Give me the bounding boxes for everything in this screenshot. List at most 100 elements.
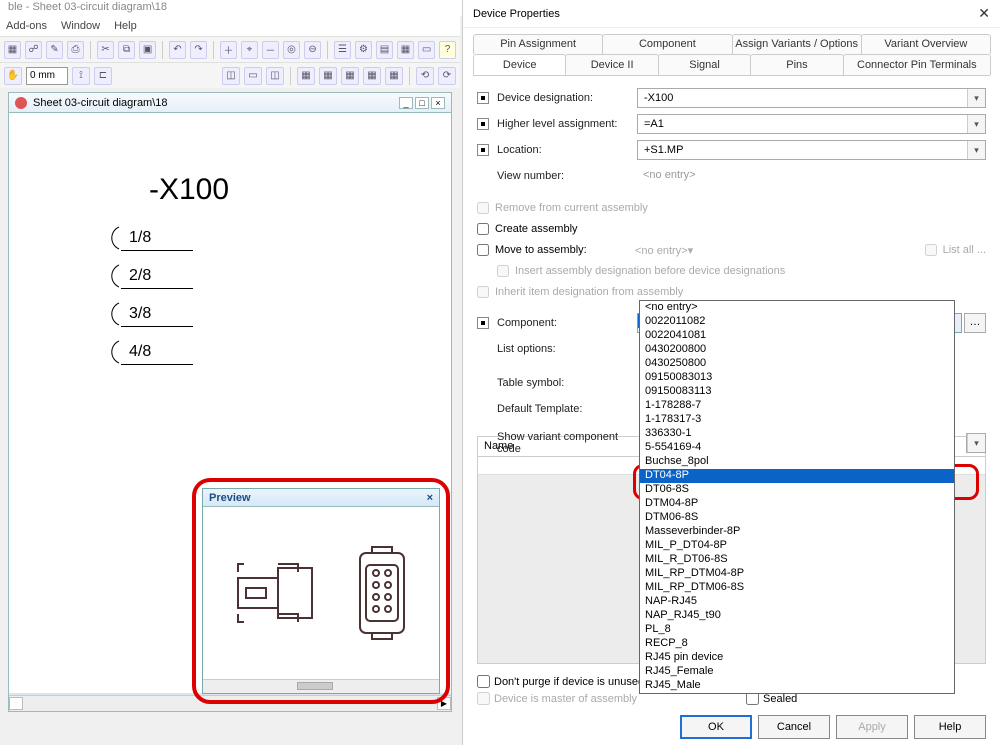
tool-grid-icon[interactable]: ▦ (397, 41, 414, 59)
pin-symbol-1[interactable]: 1/8 (99, 225, 151, 251)
tool-misc1-icon[interactable]: ☰ (334, 41, 351, 59)
dropdown-option[interactable]: MIL_RP_DTM04-8P (640, 567, 954, 581)
dropdown-option[interactable]: Masseverbinder-8P (640, 525, 954, 539)
tool-copy-icon[interactable]: ⧉ (118, 41, 135, 59)
tool-save-icon[interactable]: ✎ (46, 41, 63, 59)
dropdown-option[interactable]: 1-178288-7 (640, 399, 954, 413)
tool-target-icon[interactable]: ◎ (283, 41, 300, 59)
menu-addons[interactable]: Add-ons (6, 20, 47, 32)
pin-symbol-4[interactable]: 4/8 (99, 339, 151, 365)
dropdown-option[interactable]: RJ45_Male (640, 679, 954, 693)
dropdown-option[interactable]: RECP_8 (640, 637, 954, 651)
ok-button[interactable]: OK (680, 715, 752, 739)
close-button[interactable]: × (431, 97, 445, 109)
checkbox-create-assembly[interactable] (477, 223, 489, 235)
tab-pins[interactable]: Pins (750, 54, 843, 75)
dropdown-option[interactable]: Buchse_8pol (640, 455, 954, 469)
chevron-down-icon[interactable]: ▾ (967, 89, 985, 107)
input-device-designation[interactable]: -X100▾ (637, 88, 986, 108)
dropdown-option[interactable]: NAP-RJ45 (640, 595, 954, 609)
chevron-down-icon[interactable]: ▾ (967, 434, 985, 452)
dropdown-option[interactable]: MIL_P_DT04-8P (640, 539, 954, 553)
scrollbar-thumb[interactable] (9, 697, 23, 710)
dropdown-option[interactable]: 09150083113 (640, 385, 954, 399)
chevron-down-icon[interactable]: ▾ (967, 141, 985, 159)
tool-print-icon[interactable]: ⎙ (67, 41, 84, 59)
tool-arr2-icon[interactable]: ▦ (319, 67, 337, 85)
menu-help[interactable]: Help (114, 20, 137, 32)
tool-align2-icon[interactable]: ▭ (244, 67, 262, 85)
tool-align1-icon[interactable]: ◫ (222, 67, 240, 85)
tool-arr3-icon[interactable]: ▦ (341, 67, 359, 85)
tool-zoom-in-icon[interactable]: ＋ (220, 41, 237, 59)
chevron-down-icon[interactable]: ▾ (967, 115, 985, 133)
tool-new-icon[interactable]: ▦ (4, 41, 21, 59)
checkbox-dont-purge[interactable] (477, 675, 490, 688)
tool-hand-icon[interactable]: ✋ (4, 67, 22, 85)
help-button[interactable]: Help (914, 715, 986, 739)
tool-redo-icon[interactable]: ↷ (190, 41, 207, 59)
tab-signal[interactable]: Signal (658, 54, 751, 75)
tab-pin-assignment[interactable]: Pin Assignment (473, 34, 603, 54)
tool-rot2-icon[interactable]: ⟳ (438, 67, 456, 85)
dropdown-option[interactable]: MIL_R_DT06-8S (640, 553, 954, 567)
assist-button[interactable] (477, 144, 489, 156)
dropdown-option[interactable]: 09150083013 (640, 371, 954, 385)
tab-connector-pin-terminals[interactable]: Connector Pin Terminals (843, 54, 991, 75)
tab-variant-overview[interactable]: Variant Overview (861, 34, 991, 54)
assist-button[interactable] (477, 92, 489, 104)
tool-zoom-area-icon[interactable]: ⌖ (241, 41, 258, 59)
minimize-button[interactable]: _ (399, 97, 413, 109)
tab-device[interactable]: Device (473, 54, 566, 75)
checkbox-move-assembly[interactable] (477, 244, 489, 256)
preview-scroll-thumb[interactable] (297, 682, 333, 690)
dropdown-option[interactable]: 0022011082 (640, 315, 954, 329)
tool-doc-icon[interactable]: ▭ (418, 41, 435, 59)
tool-rot1-icon[interactable]: ⟲ (416, 67, 434, 85)
dropdown-option[interactable]: 0430200800 (640, 343, 954, 357)
dropdown-option[interactable]: 5-554169-4 (640, 441, 954, 455)
dropdown-option[interactable]: MIL_RP_DTM06-8S (640, 581, 954, 595)
tool-pin-icon[interactable]: ⟟ (72, 67, 90, 85)
dialog-close-icon[interactable]: ✕ (978, 5, 990, 22)
preview-close-icon[interactable]: × (427, 492, 433, 504)
tool-arr5-icon[interactable]: ▦ (385, 67, 403, 85)
maximize-button[interactable]: □ (415, 97, 429, 109)
dropdown-option[interactable]: PL_8 (640, 623, 954, 637)
tool-arr1-icon[interactable]: ▦ (297, 67, 315, 85)
tool-undo-icon[interactable]: ↶ (169, 41, 186, 59)
tool-connector-icon[interactable]: ⊏ (94, 67, 112, 85)
tool-cut-icon[interactable]: ✂ (97, 41, 114, 59)
tab-device-ii[interactable]: Device II (565, 54, 658, 75)
dialog-titlebar[interactable]: Device Properties ✕ (463, 0, 1000, 28)
dropdown-option[interactable]: DTM04-8P (640, 497, 954, 511)
preview-titlebar[interactable]: Preview × (203, 489, 439, 507)
dropdown-option[interactable]: DTM06-8S (640, 511, 954, 525)
tool-fit-icon[interactable]: ⊖ (304, 41, 321, 59)
tool-misc3-icon[interactable]: ▤ (376, 41, 393, 59)
dropdown-option[interactable]: RJ45 pin device (640, 651, 954, 665)
sheet-titlebar[interactable]: Sheet 03-circuit diagram\18 _ □ × (9, 93, 451, 113)
cancel-button[interactable]: Cancel (758, 715, 830, 739)
dropdown-option[interactable]: 336330-1 (640, 427, 954, 441)
pin-symbol-2[interactable]: 2/8 (99, 263, 151, 289)
tool-misc2-icon[interactable]: ⚙ (355, 41, 372, 59)
dropdown-option[interactable]: DT06-8S (640, 483, 954, 497)
tool-zoom-out-icon[interactable]: － (262, 41, 279, 59)
dropdown-option[interactable]: 0430250800 (640, 357, 954, 371)
menu-window[interactable]: Window (61, 20, 100, 32)
dropdown-option[interactable]: NAP_RJ45_t90 (640, 609, 954, 623)
input-higher-level[interactable]: =A1▾ (637, 114, 986, 134)
dropdown-option[interactable]: 0022041081 (640, 329, 954, 343)
dropdown-option[interactable]: <no entry> (640, 301, 954, 315)
assist-button[interactable] (477, 118, 489, 130)
assist-button[interactable] (477, 317, 489, 329)
dropdown-option[interactable]: DT04-8P (640, 469, 954, 483)
tool-help-icon[interactable]: ? (439, 41, 456, 59)
dropdown-option[interactable]: 1-178317-3 (640, 413, 954, 427)
dropdown-option[interactable]: RJ45_Female (640, 665, 954, 679)
input-show-variant[interactable]: ▾ (966, 433, 986, 453)
tool-open-icon[interactable]: ☍ (25, 41, 42, 59)
tab-component[interactable]: Component (602, 34, 732, 54)
component-dropdown-list[interactable]: <no entry>002201108200220410810430200800… (639, 300, 955, 694)
